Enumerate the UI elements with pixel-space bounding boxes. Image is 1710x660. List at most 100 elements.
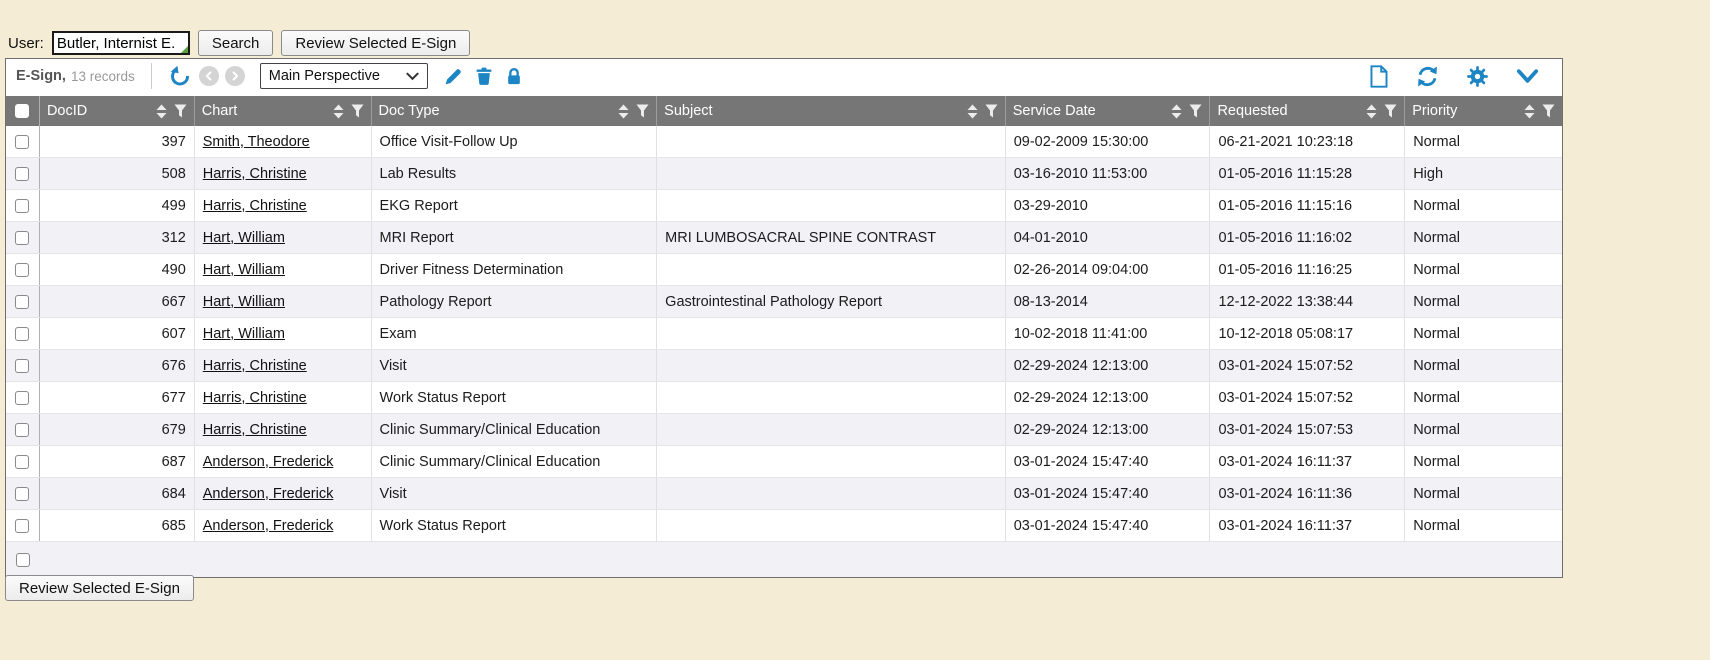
row-checkbox[interactable] bbox=[15, 423, 29, 437]
column-header-doc-type[interactable]: Doc Type bbox=[372, 96, 658, 126]
row-checkbox[interactable] bbox=[15, 135, 29, 149]
table-header-row: DocID Chart Doc Type Subject Service DateReq… bbox=[6, 96, 1562, 126]
edit-pencil-icon[interactable] bbox=[443, 66, 464, 87]
cell-service-date: 03-01-2024 15:47:40 bbox=[1006, 478, 1211, 509]
sort-icon[interactable] bbox=[1171, 104, 1182, 119]
review-selected-esign-button-bottom[interactable]: Review Selected E-Sign bbox=[5, 575, 194, 601]
esign-table: DocID Chart Doc Type Subject Service DateReq… bbox=[6, 96, 1562, 577]
cell-doc-id: 684 bbox=[40, 478, 195, 509]
column-label: Chart bbox=[202, 103, 237, 119]
row-checkbox[interactable] bbox=[15, 391, 29, 405]
chart-link[interactable]: Anderson, Frederick bbox=[203, 518, 334, 534]
chart-link[interactable]: Hart, William bbox=[203, 294, 285, 310]
perspective-select[interactable]: Main Perspective bbox=[260, 63, 428, 89]
cell-service-date: 02-29-2024 12:13:00 bbox=[1006, 382, 1211, 413]
select-all-checkbox[interactable] bbox=[15, 104, 29, 118]
filter-icon[interactable] bbox=[1542, 104, 1555, 118]
cell-priority: Normal bbox=[1405, 350, 1562, 381]
chart-link[interactable]: Harris, Christine bbox=[203, 166, 307, 182]
row-checkbox[interactable] bbox=[15, 295, 29, 309]
column-header-subject[interactable]: Subject bbox=[657, 96, 1006, 126]
cell-chart: Harris, Christine bbox=[195, 350, 372, 381]
chart-link[interactable]: Hart, William bbox=[203, 262, 285, 278]
sort-icon[interactable] bbox=[967, 104, 978, 119]
user-input[interactable] bbox=[52, 31, 190, 55]
cell-subject bbox=[657, 254, 1006, 285]
column-header-priority[interactable]: Priority bbox=[1405, 96, 1562, 126]
chart-link[interactable]: Harris, Christine bbox=[203, 422, 307, 438]
next-page-icon[interactable] bbox=[225, 66, 245, 86]
collapse-chevron-down-icon[interactable] bbox=[1516, 68, 1539, 85]
cell-subject bbox=[657, 350, 1006, 381]
table-row: 499Harris, ChristineEKG Report03-29-2010… bbox=[6, 190, 1562, 222]
search-button[interactable]: Search bbox=[198, 30, 274, 56]
sort-icon[interactable] bbox=[618, 104, 629, 119]
row-checkbox[interactable] bbox=[15, 263, 29, 277]
cell-doc-id: 490 bbox=[40, 254, 195, 285]
sort-icon[interactable] bbox=[1524, 104, 1535, 119]
cell-doc-type: Clinic Summary/Clinical Education bbox=[372, 446, 658, 477]
row-checkbox[interactable] bbox=[15, 199, 29, 213]
cell-chart: Harris, Christine bbox=[195, 190, 372, 221]
toolbar-divider bbox=[151, 63, 152, 89]
column-header-requested[interactable]: Requested bbox=[1210, 96, 1405, 126]
review-selected-esign-button-top[interactable]: Review Selected E-Sign bbox=[281, 30, 470, 56]
chart-link[interactable]: Harris, Christine bbox=[203, 198, 307, 214]
previous-page-icon[interactable] bbox=[199, 66, 219, 86]
filter-icon[interactable] bbox=[1189, 104, 1202, 118]
cell-service-date: 02-29-2024 12:13:00 bbox=[1006, 414, 1211, 445]
column-header-chart[interactable]: Chart bbox=[195, 96, 372, 126]
cell-doc-type: Office Visit-Follow Up bbox=[372, 126, 658, 157]
sort-icon[interactable] bbox=[1366, 104, 1377, 119]
cell-chart: Harris, Christine bbox=[195, 158, 372, 189]
sort-icon[interactable] bbox=[333, 104, 344, 119]
row-checkbox[interactable] bbox=[15, 455, 29, 469]
new-document-icon[interactable] bbox=[1369, 65, 1389, 88]
cell-requested: 03-01-2024 16:11:37 bbox=[1210, 446, 1405, 477]
row-checkbox[interactable] bbox=[15, 167, 29, 181]
column-label: Subject bbox=[664, 103, 712, 119]
cell-priority: High bbox=[1405, 158, 1562, 189]
cell-priority: Normal bbox=[1405, 318, 1562, 349]
lock-icon[interactable] bbox=[504, 66, 524, 87]
filter-icon[interactable] bbox=[351, 104, 364, 118]
settings-gear-icon[interactable] bbox=[1466, 65, 1489, 88]
row-checkbox[interactable] bbox=[15, 359, 29, 373]
resize-grip-icon[interactable] bbox=[181, 46, 188, 53]
esign-panel: E-Sign, 13 records Main Perspective bbox=[5, 58, 1563, 578]
row-checkbox[interactable] bbox=[15, 231, 29, 245]
refresh-icon[interactable] bbox=[1416, 65, 1439, 88]
filter-icon[interactable] bbox=[636, 104, 649, 118]
row-checkbox[interactable] bbox=[15, 519, 29, 533]
chart-link[interactable]: Smith, Theodore bbox=[203, 134, 310, 150]
column-header-docid[interactable]: DocID bbox=[40, 96, 195, 126]
chart-link[interactable]: Hart, William bbox=[203, 326, 285, 342]
row-checkbox[interactable] bbox=[15, 327, 29, 341]
filter-icon[interactable] bbox=[1384, 104, 1397, 118]
cell-doc-id: 687 bbox=[40, 446, 195, 477]
chart-link[interactable]: Anderson, Frederick bbox=[203, 454, 334, 470]
footer-select-checkbox[interactable] bbox=[16, 553, 30, 567]
cell-doc-id: 667 bbox=[40, 286, 195, 317]
chart-link[interactable]: Harris, Christine bbox=[203, 390, 307, 406]
delete-trash-icon[interactable] bbox=[474, 66, 494, 87]
sort-icon[interactable] bbox=[156, 104, 167, 119]
table-body: 397Smith, TheodoreOffice Visit-Follow Up… bbox=[6, 126, 1562, 542]
cell-doc-id: 677 bbox=[40, 382, 195, 413]
chart-link[interactable]: Harris, Christine bbox=[203, 358, 307, 374]
filter-icon[interactable] bbox=[174, 104, 187, 118]
column-header-service-date[interactable]: Service Date bbox=[1006, 96, 1211, 126]
cell-doc-type: MRI Report bbox=[372, 222, 658, 253]
undo-icon[interactable] bbox=[169, 65, 191, 87]
filter-icon[interactable] bbox=[985, 104, 998, 118]
panel-title: E-Sign, bbox=[16, 68, 66, 84]
cell-doc-id: 508 bbox=[40, 158, 195, 189]
row-checkbox[interactable] bbox=[15, 487, 29, 501]
cell-subject bbox=[657, 510, 1006, 541]
select-chevron-icon bbox=[406, 72, 419, 81]
cell-requested: 01-05-2016 11:15:16 bbox=[1210, 190, 1405, 221]
cell-priority: Normal bbox=[1405, 222, 1562, 253]
table-row: 607Hart, WilliamExam10-02-2018 11:41:001… bbox=[6, 318, 1562, 350]
chart-link[interactable]: Hart, William bbox=[203, 230, 285, 246]
chart-link[interactable]: Anderson, Frederick bbox=[203, 486, 334, 502]
